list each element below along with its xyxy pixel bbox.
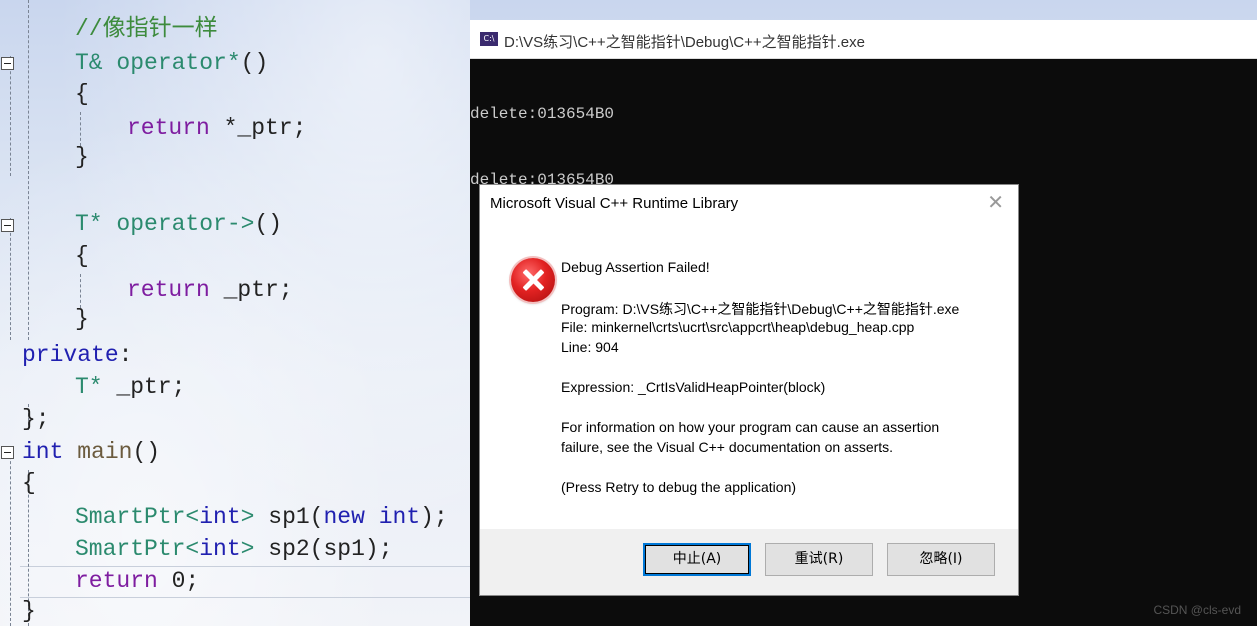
code-token: } [75, 306, 89, 332]
code-token: () [132, 439, 161, 465]
indent-guide [80, 274, 81, 308]
code-token: } [22, 598, 36, 624]
editor-background [0, 0, 470, 626]
code-token: SmartPtr< [75, 536, 200, 562]
code-token: SmartPtr< [75, 504, 200, 530]
fold-line [10, 218, 11, 340]
abort-button[interactable]: 中止(A) [643, 543, 751, 576]
code-token: _ptr; [209, 277, 293, 303]
code-token: return [127, 277, 210, 303]
code-line: T* _ptr; [75, 372, 185, 402]
code-token: operator* [116, 50, 241, 76]
file-path: File: minkernel\crts\ucrt\src\appcrt\hea… [561, 319, 915, 335]
dialog-button-bar: 中止(A) 重试(R) 忽略(I) [480, 529, 1018, 595]
code-line: }; [22, 404, 50, 434]
indent-guide [28, 0, 29, 340]
fold-toggle-operator-star[interactable] [1, 57, 14, 70]
ignore-button[interactable]: 忽略(I) [887, 543, 995, 576]
expression-text: Expression: _CrtIsValidHeapPointer(block… [561, 379, 826, 395]
code-token: main [77, 439, 133, 465]
code-line: SmartPtr<int> sp2(sp1); [75, 534, 393, 564]
code-line: } [22, 596, 36, 626]
code-line: private: [22, 340, 132, 370]
code-token: int [378, 504, 421, 530]
info-text-1: For information on how your program can … [561, 419, 940, 435]
code-line: T* operator->() [75, 209, 282, 239]
code-token: return [127, 115, 210, 141]
code-token: } [75, 144, 89, 170]
code-token: private [22, 342, 119, 368]
code-token: int [22, 439, 64, 465]
info-text-2: failure, see the Visual C++ documentatio… [561, 439, 894, 455]
line-number: Line: 904 [561, 339, 619, 355]
console-title: D:\VS练习\C++之智能指针\Debug\C++之智能指针.exe [504, 34, 865, 51]
dialog-heading: Debug Assertion Failed! [561, 259, 710, 275]
code-line: return *_ptr; [127, 113, 306, 143]
code-token: }; [22, 406, 50, 432]
code-token: return [75, 568, 158, 594]
fold-toggle-operator-arrow[interactable] [1, 219, 14, 232]
retry-hint: (Press Retry to debug the application) [561, 479, 797, 495]
code-line: int main() [22, 437, 160, 467]
watermark: CSDN @cls-evd [1153, 603, 1241, 617]
code-token: int [199, 504, 241, 530]
code-token: int [199, 536, 241, 562]
code-token: > [240, 504, 255, 530]
close-icon[interactable]: ✕ [987, 193, 1004, 213]
code-token: ); [420, 504, 448, 530]
code-line: { [75, 79, 89, 109]
code-token: { [22, 470, 36, 496]
code-token: > [240, 536, 255, 562]
code-line: } [75, 142, 89, 172]
code-token: : [118, 342, 133, 368]
code-token: () [240, 50, 269, 76]
code-line: T& operator*() [75, 48, 268, 78]
code-line: return _ptr; [127, 275, 293, 305]
code-line: } [75, 304, 89, 334]
indent-guide [80, 112, 81, 146]
console-output-line: delete:013654B0 [470, 105, 615, 123]
code-token: //像指针一样 [75, 16, 218, 42]
console-app-icon: C:\ [480, 32, 498, 46]
fold-line [10, 446, 11, 626]
code-token: _ptr; [116, 374, 186, 400]
dialog-title: Microsoft Visual C++ Runtime Library [490, 195, 739, 212]
code-token: new [323, 504, 365, 530]
code-token: () [254, 211, 283, 237]
error-icon [511, 258, 555, 302]
code-line: return 0; [75, 566, 199, 596]
code-token: sp2(sp1); [254, 536, 393, 562]
code-token: T& [75, 50, 117, 76]
code-token: 0; [157, 568, 200, 594]
code-line: { [75, 241, 89, 271]
fold-toggle-main[interactable] [1, 446, 14, 459]
code-token: { [75, 243, 89, 269]
code-token: operator-> [116, 211, 255, 237]
code-token: T* [75, 374, 117, 400]
code-line: //像指针一样 [75, 14, 218, 44]
console-titlebar[interactable]: C:\ D:\VS练习\C++之智能指针\Debug\C++之智能指针.exe [470, 20, 1257, 59]
code-token: sp1( [254, 504, 324, 530]
program-path: Program: D:\VS练习\C++之智能指针\Debug\C++之智能指针… [561, 301, 960, 317]
code-editor[interactable]: //像指针一样 T& operator*(){return *_ptr;} T* o… [0, 0, 470, 626]
code-token: *_ptr; [209, 115, 307, 141]
code-line: SmartPtr<int> sp1(new int); [75, 502, 448, 532]
code-token: { [75, 81, 89, 107]
assertion-dialog: Microsoft Visual C++ Runtime Library ✕ D… [479, 184, 1019, 596]
code-line: { [22, 468, 36, 498]
retry-button[interactable]: 重试(R) [765, 543, 873, 576]
fold-line [10, 56, 11, 176]
code-token: T* [75, 211, 117, 237]
